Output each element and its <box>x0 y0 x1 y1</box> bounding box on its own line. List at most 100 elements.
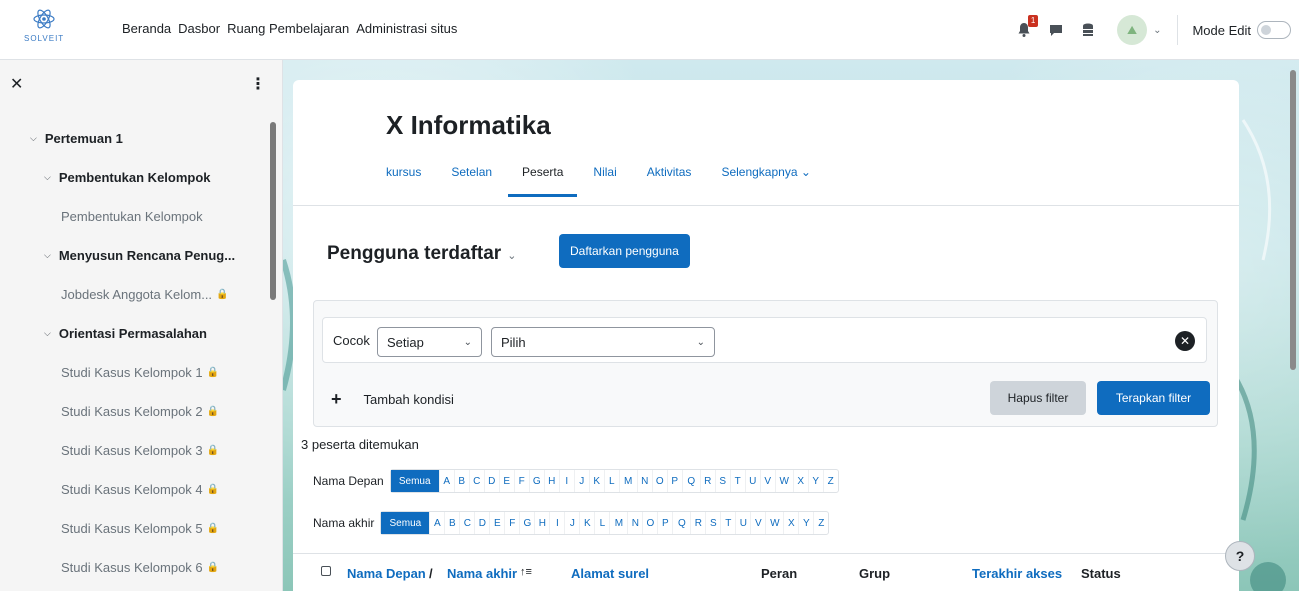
course-activity-item[interactable]: Jobdesk Anggota Kelom... 🔒 <box>0 275 268 314</box>
clear-filters-button[interactable]: Hapus filter <box>990 381 1086 415</box>
enrol-users-button[interactable]: Daftarkan pengguna <box>559 234 690 268</box>
edit-mode-toggle[interactable] <box>1257 21 1291 39</box>
tab-more[interactable]: Selengkapnya ⌄ <box>721 165 810 197</box>
initial-letter-button[interactable]: U <box>735 512 750 534</box>
site-logo[interactable]: SOLVEIT <box>24 8 64 50</box>
chevron-down-icon[interactable]: ⌄ <box>1153 25 1161 36</box>
drawer-scrollbar[interactable] <box>270 122 276 300</box>
initial-letter-button[interactable]: K <box>588 470 604 492</box>
filter-type-select[interactable]: Pilih ⌄ <box>491 327 715 357</box>
chevron-down-icon[interactable]: ⌵ <box>44 172 51 183</box>
initial-letter-button[interactable]: Z <box>822 470 838 492</box>
initial-letter-button[interactable]: K <box>579 512 594 534</box>
initial-letter-button[interactable]: X <box>783 512 798 534</box>
remove-condition-icon[interactable]: ✕ <box>1175 331 1195 351</box>
nav-dashboard[interactable]: Dasbor <box>178 21 220 36</box>
sort-ascending-icon[interactable]: ↑≡ <box>520 566 532 578</box>
initial-letter-button[interactable]: Z <box>813 512 828 534</box>
initial-letter-button[interactable]: B <box>444 512 459 534</box>
initial-letter-button[interactable]: N <box>636 470 652 492</box>
initial-letter-button[interactable]: Q <box>672 512 690 534</box>
initial-letter-button[interactable]: Y <box>807 470 823 492</box>
help-button[interactable]: ? <box>1225 541 1255 571</box>
tab-participants[interactable]: Peserta <box>507 165 578 197</box>
initial-letter-button[interactable]: S <box>705 512 720 534</box>
notification-bell-icon[interactable]: 1 <box>1013 15 1039 41</box>
initial-letter-button[interactable]: W <box>774 470 793 492</box>
initial-letter-button[interactable]: F <box>504 512 519 534</box>
course-section-item[interactable]: ⌵ Pertemuan 1 <box>0 119 268 158</box>
tab-activities[interactable]: Aktivitas <box>647 165 692 197</box>
sort-email-link[interactable]: Alamat surel <box>571 566 649 581</box>
sort-lastname-link[interactable]: Nama akhir <box>447 566 517 581</box>
initial-letter-button[interactable]: G <box>519 512 534 534</box>
initial-letter-button[interactable]: R <box>690 512 705 534</box>
initial-letter-button[interactable]: B <box>453 470 469 492</box>
initial-letter-button[interactable]: H <box>534 512 549 534</box>
initial-letter-button[interactable]: Q <box>681 470 700 492</box>
participants-page-heading[interactable]: Pengguna terdaftar ⌄ <box>327 243 516 265</box>
initial-letter-button[interactable]: J <box>564 512 579 534</box>
course-activity-item[interactable]: Studi Kasus Kelompok 3 🔒 <box>0 431 268 470</box>
apply-filters-button[interactable]: Terapkan filter <box>1097 381 1210 415</box>
add-condition-button[interactable]: + Tambah kondisi <box>331 389 454 410</box>
chevron-down-icon[interactable]: ⌵ <box>44 250 51 261</box>
tab-grades[interactable]: Nilai <box>593 165 616 197</box>
initial-letter-button[interactable]: G <box>528 470 544 492</box>
course-activity-item[interactable]: Studi Kasus Kelompok 2 🔒 <box>0 392 268 431</box>
database-icon[interactable] <box>1077 19 1099 41</box>
initial-letter-button[interactable]: O <box>642 512 657 534</box>
initial-letter-button[interactable]: D <box>483 470 499 492</box>
initial-letter-button[interactable]: S <box>714 470 730 492</box>
user-avatar[interactable]: ⛰ <box>1117 15 1148 45</box>
initial-letter-button[interactable]: L <box>594 512 609 534</box>
initial-letter-button[interactable]: V <box>759 470 775 492</box>
initial-letter-button[interactable]: D <box>474 512 489 534</box>
nav-site-admin[interactable]: Administrasi situs <box>356 21 457 36</box>
initial-letter-button[interactable]: M <box>618 470 637 492</box>
initial-letter-button[interactable]: C <box>468 470 484 492</box>
sort-last-access-link[interactable]: Terakhir akses <box>972 566 1062 581</box>
course-activity-item[interactable]: Studi Kasus Kelompok 4 🔒 <box>0 470 268 509</box>
initial-letter-button[interactable]: A <box>438 470 454 492</box>
initial-letter-button[interactable]: I <box>558 470 574 492</box>
initial-letter-button[interactable]: H <box>543 470 559 492</box>
initial-letter-button[interactable]: T <box>720 512 735 534</box>
page-scrollbar[interactable] <box>1290 70 1296 370</box>
initial-letter-button[interactable]: M <box>609 512 627 534</box>
initial-letter-button[interactable]: A <box>429 512 444 534</box>
initial-letter-button[interactable]: N <box>627 512 642 534</box>
tab-course[interactable]: kursus <box>386 165 421 197</box>
nav-home[interactable]: Beranda <box>122 21 171 36</box>
course-activity-item[interactable]: Studi Kasus Kelompok 1 🔒 <box>0 353 268 392</box>
course-activity-item[interactable]: Pembentukan Kelompok <box>0 197 268 236</box>
nav-learning-space[interactable]: Ruang Pembelajaran <box>227 21 349 36</box>
initial-letter-button[interactable]: I <box>549 512 564 534</box>
initial-letter-button[interactable]: L <box>603 470 619 492</box>
sort-firstname-link[interactable]: Nama Depan <box>347 566 426 581</box>
initial-letter-button[interactable]: Y <box>798 512 813 534</box>
initial-letter-button[interactable]: V <box>750 512 765 534</box>
initial-letter-button[interactable]: X <box>792 470 808 492</box>
tab-settings[interactable]: Setelan <box>451 165 492 197</box>
course-activity-item[interactable]: Studi Kasus Kelompok 6 🔒 <box>0 548 268 587</box>
course-activity-item[interactable]: Studi Kasus Kelompok 5 🔒 <box>0 509 268 548</box>
chevron-down-icon[interactable]: ⌵ <box>30 133 37 144</box>
initial-letter-button[interactable]: W <box>765 512 783 534</box>
match-type-select[interactable]: Setiap ⌄ <box>377 327 482 357</box>
initial-all-button[interactable]: Semua <box>390 470 439 492</box>
course-subsection-item[interactable]: ⌵ Menyusun Rencana Penug... <box>0 236 268 275</box>
select-all-checkbox[interactable] <box>321 566 331 576</box>
initial-letter-button[interactable]: E <box>489 512 504 534</box>
initial-letter-button[interactable]: E <box>498 470 514 492</box>
course-subsection-item[interactable]: ⌵ Orientasi Permasalahan <box>0 314 268 353</box>
initial-letter-button[interactable]: C <box>459 512 474 534</box>
initial-letter-button[interactable]: F <box>513 470 529 492</box>
initial-letter-button[interactable]: T <box>729 470 745 492</box>
initial-all-button[interactable]: Semua <box>381 512 430 534</box>
initial-letter-button[interactable]: U <box>744 470 760 492</box>
initial-letter-button[interactable]: O <box>651 470 667 492</box>
initial-letter-button[interactable]: J <box>573 470 589 492</box>
chevron-down-icon[interactable]: ⌵ <box>44 328 51 339</box>
initial-letter-button[interactable]: P <box>657 512 672 534</box>
